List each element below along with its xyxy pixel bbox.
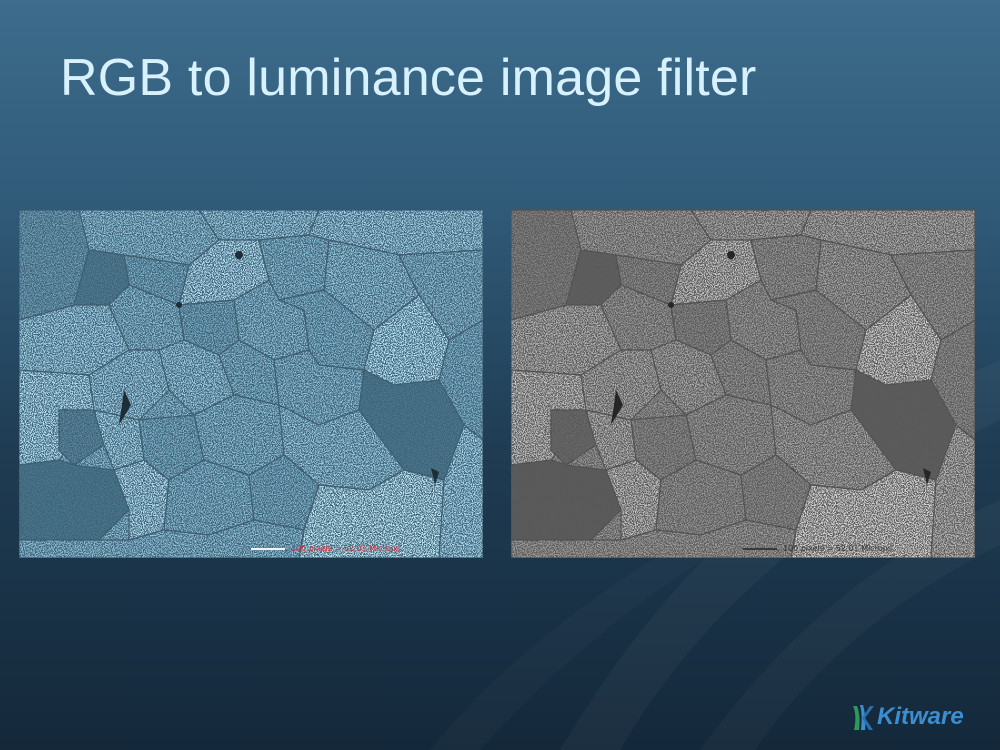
scale-label: 100 pixels = 52.01 Microns: [291, 544, 400, 553]
slide: RGB to luminance image filter 100 pixels…: [0, 0, 1000, 750]
scale-bar: [251, 548, 285, 550]
scale-label: 100 pixels = 52.01 Microns: [783, 544, 892, 553]
kitware-logo: Kitware: [850, 700, 964, 734]
slide-title: RGB to luminance image filter: [60, 49, 757, 107]
scale-bar: [743, 548, 777, 550]
kitware-logo-icon: [853, 705, 874, 730]
rgb-input-image: 100 pixels = 52.01 Microns: [19, 210, 483, 558]
luminance-output-image: 100 pixels = 52.01 Microns: [511, 210, 975, 558]
kitware-logo-text: Kitware: [877, 703, 964, 730]
